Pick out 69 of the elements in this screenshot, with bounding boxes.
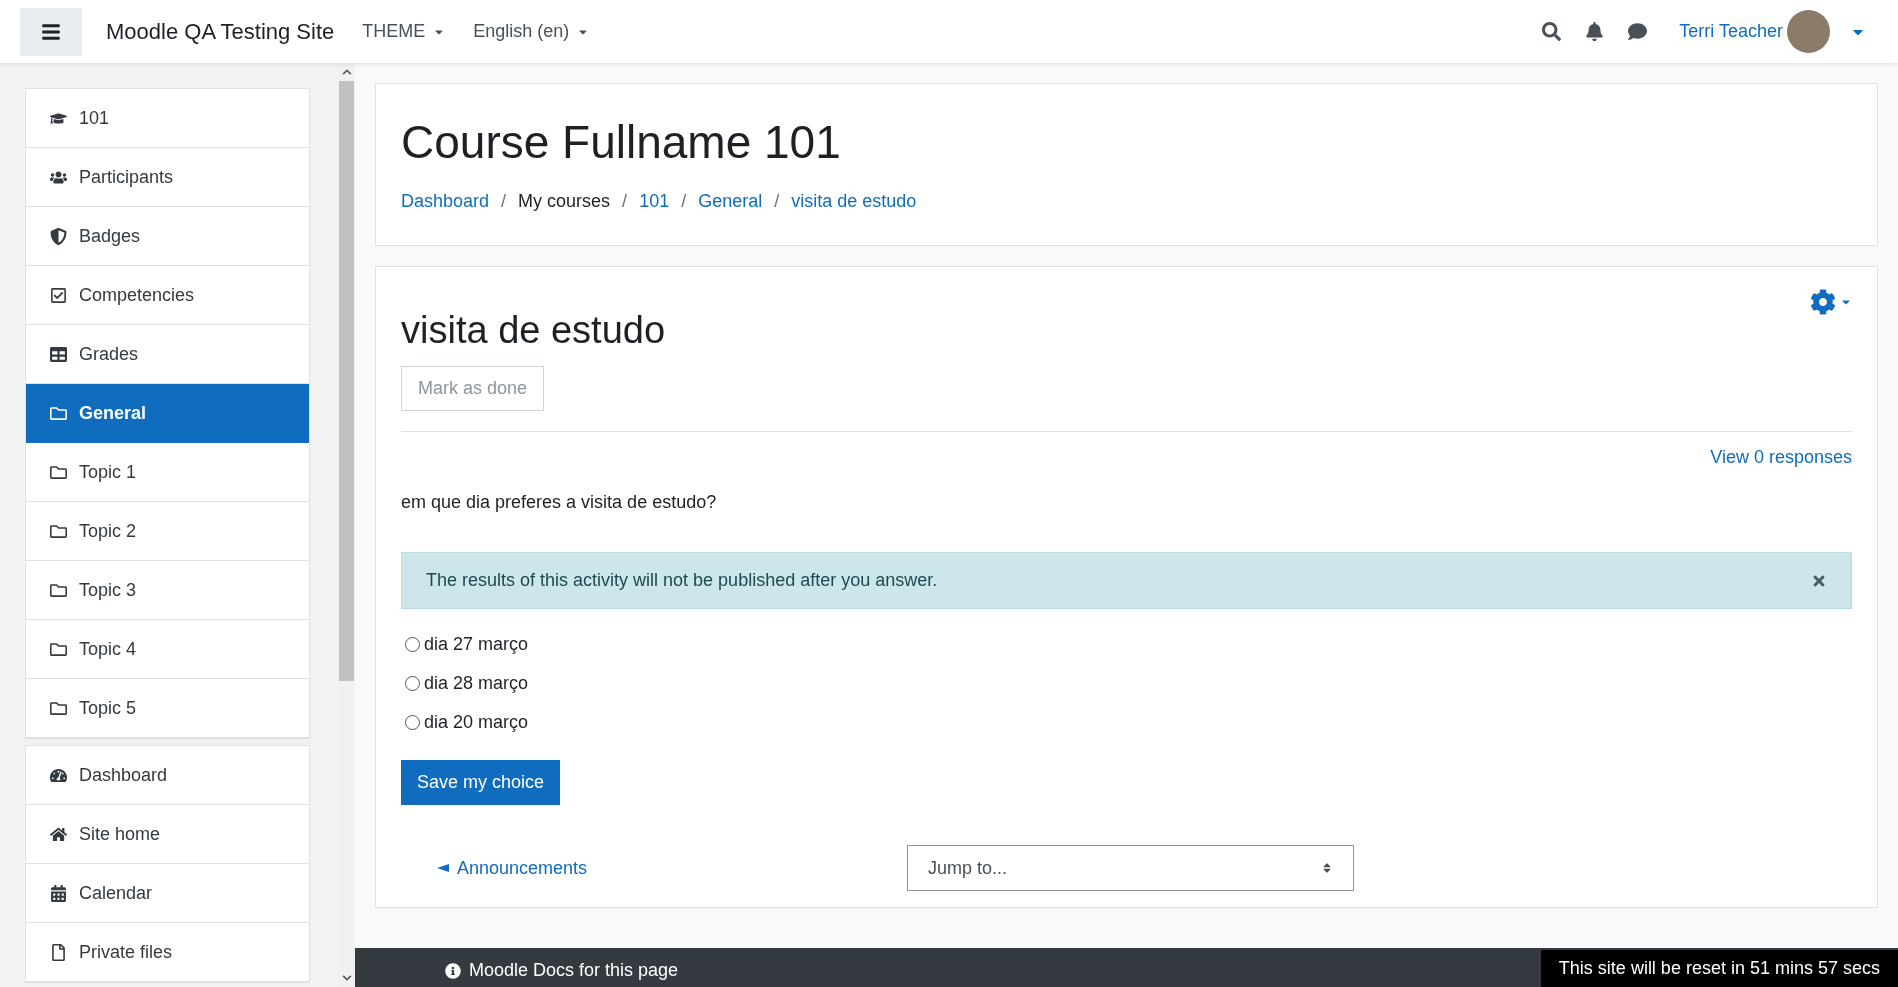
save-choice-button[interactable]: Save my choice [401, 760, 561, 805]
breadcrumb-separator: / [774, 189, 780, 213]
settings-button[interactable] [1810, 288, 1852, 315]
option-label[interactable]: dia 27 março [424, 631, 529, 658]
breadcrumb-text: My courses [518, 189, 611, 213]
sort-icon [1321, 862, 1333, 874]
activity-title: visita de estudo [401, 307, 666, 353]
checkbox-icon [50, 286, 67, 304]
nav-item[interactable]: Badges [26, 207, 309, 266]
nav-item[interactable]: Dashboard [26, 746, 309, 805]
house-icon [50, 825, 67, 843]
breadcrumb-link[interactable]: visita de estudo [791, 187, 917, 215]
nav-item[interactable]: Site home [26, 805, 309, 864]
nav-item[interactable]: 101 [26, 89, 309, 148]
folder-icon [50, 699, 67, 717]
site-name[interactable]: Moodle QA Testing Site [106, 15, 335, 48]
jump-to-select[interactable]: Jump to... [907, 845, 1354, 891]
folder-icon [50, 404, 67, 422]
view-responses-link[interactable]: View 0 responses [1710, 444, 1852, 471]
radio-button[interactable] [405, 715, 420, 730]
nav-item[interactable]: Topic 2 [26, 502, 309, 561]
info-icon [445, 962, 461, 979]
table-icon [50, 345, 67, 363]
arrow-left-icon [437, 864, 449, 872]
breadcrumb-link[interactable]: 101 [639, 187, 670, 215]
option-label[interactable]: dia 20 março [424, 709, 529, 736]
breadcrumb-separator: / [501, 189, 507, 213]
dropdown-menu[interactable]: English (en) [473, 18, 590, 45]
alert-text: The results of this activity will not be published after you answer. [426, 569, 938, 592]
breadcrumb-separator: / [622, 189, 628, 213]
radio-button[interactable] [405, 637, 420, 652]
breadcrumb-link[interactable]: Dashboard [401, 187, 490, 215]
nav-item[interactable]: Topic 4 [26, 620, 309, 679]
previous-activity-link[interactable]: Announcements [437, 854, 907, 882]
course-title: Course Fullname 101 [401, 115, 842, 170]
gear-icon [1810, 288, 1836, 315]
question-text: em que dia preferes a visita de estudo? [401, 491, 718, 514]
menu-button[interactable] [20, 7, 82, 56]
nav-item[interactable]: Participants [26, 148, 309, 207]
nav-item[interactable]: General [26, 384, 309, 443]
nav-item[interactable]: Topic 5 [26, 679, 309, 738]
user-name[interactable]: Terri Teacher [1679, 18, 1783, 45]
menu-icon [41, 21, 61, 42]
option-label[interactable]: dia 28 março [424, 670, 529, 697]
folder-icon [50, 522, 67, 540]
reset-notice: This site will be reset in 51 mins 57 secs [1540, 950, 1898, 987]
nav-item[interactable]: Topic 1 [26, 443, 309, 502]
folder-icon [50, 581, 67, 599]
calendar-icon [50, 884, 67, 902]
radio-button[interactable] [405, 676, 420, 691]
shield-icon [50, 227, 67, 245]
scroll-up-icon[interactable] [341, 67, 352, 77]
bell-icon[interactable] [1585, 22, 1605, 41]
file-icon [50, 943, 67, 961]
breadcrumb-link[interactable]: General [698, 187, 763, 215]
docs-link[interactable]: Moodle Docs for this page [445, 957, 679, 984]
folder-icon [50, 463, 67, 481]
speedometer-icon [50, 766, 67, 784]
nav-item[interactable]: Calendar [26, 864, 309, 923]
folder-icon [50, 640, 67, 658]
dropdown-menu[interactable]: THEME [362, 18, 446, 45]
avatar[interactable] [1787, 10, 1830, 53]
nav-item[interactable]: Topic 3 [26, 561, 309, 620]
nav-item[interactable]: Private files [26, 923, 309, 982]
nav-item[interactable]: Competencies [26, 266, 309, 325]
scroll-down-icon[interactable] [341, 973, 352, 983]
search-icon[interactable] [1542, 22, 1562, 41]
breadcrumb-separator: / [681, 189, 687, 213]
chat-bubble-icon[interactable] [1628, 22, 1648, 41]
